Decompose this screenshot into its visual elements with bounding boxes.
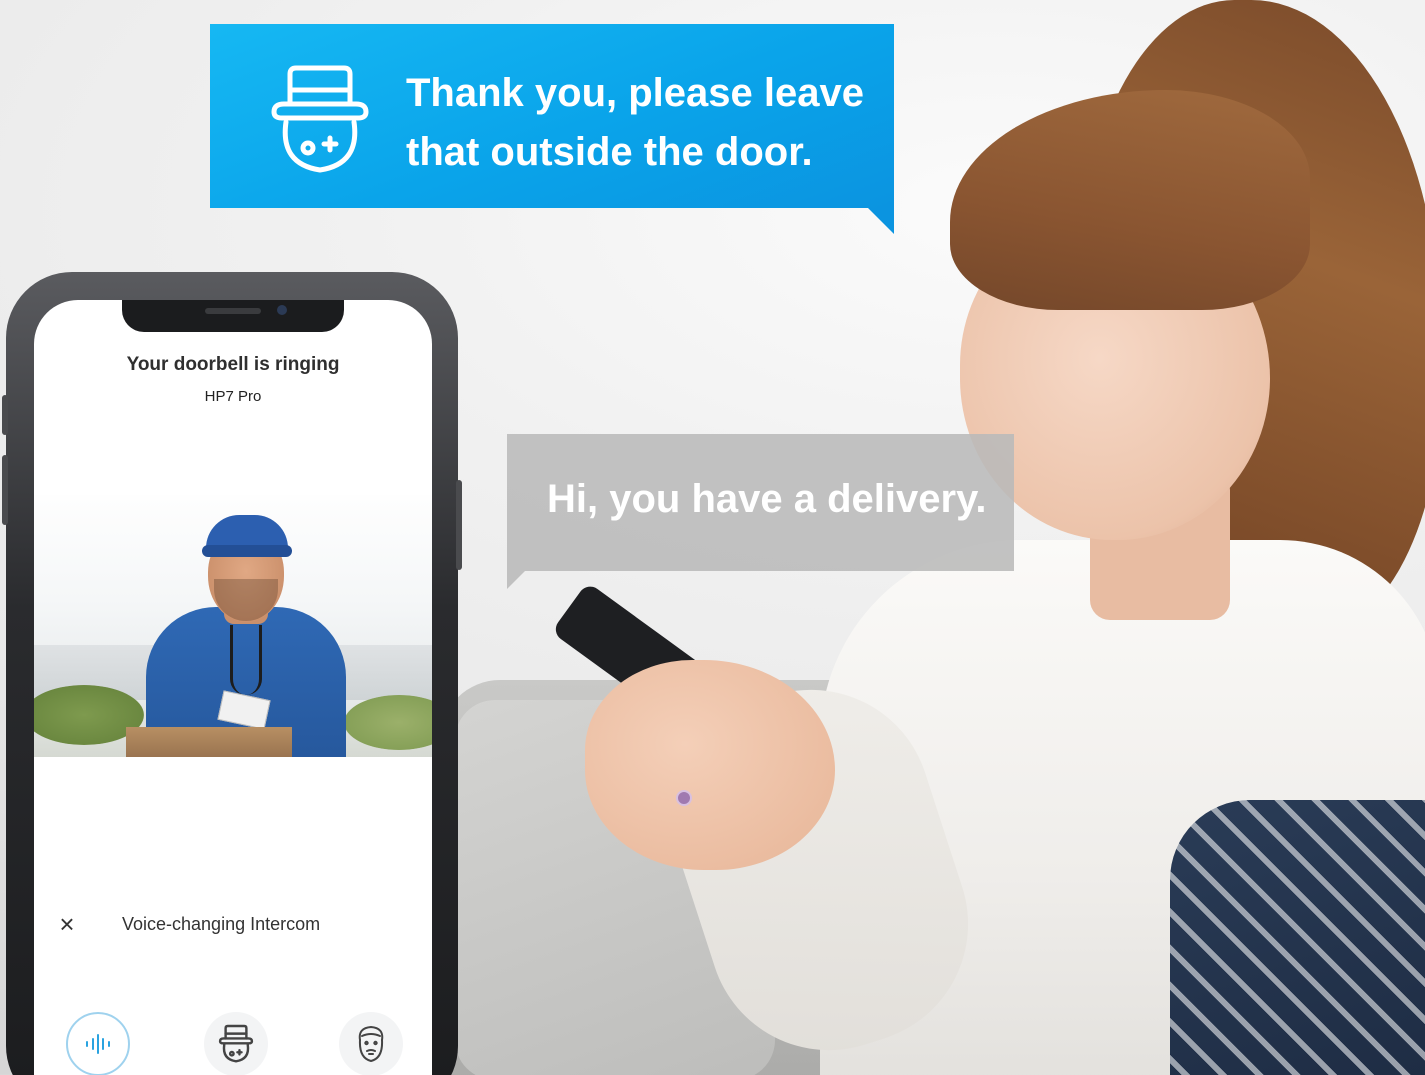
patterned-pillow xyxy=(1170,800,1425,1075)
hat-character-icon xyxy=(218,1024,254,1063)
ring xyxy=(676,790,692,806)
phone-volume-button xyxy=(2,455,8,525)
phone-side-button xyxy=(2,395,8,435)
intercom-label: Voice-changing Intercom xyxy=(122,914,321,934)
video-tree xyxy=(344,695,432,750)
courier-cap-brim xyxy=(202,545,292,557)
voice-option-bearded-man[interactable] xyxy=(339,1012,403,1075)
phone-notch xyxy=(122,300,344,332)
voice-option-hat-character[interactable] xyxy=(204,1012,268,1075)
voice-options xyxy=(34,1008,432,1075)
phone-power-button xyxy=(456,480,462,570)
visitor-text: Hi, you have a delivery. xyxy=(547,477,987,521)
device-name: HP7 Pro xyxy=(204,388,262,405)
bearded-man-icon xyxy=(358,1026,384,1062)
delivery-package xyxy=(126,727,292,757)
courier-lanyard xyxy=(230,625,262,695)
phone-speaker xyxy=(205,308,261,314)
voice-option-original[interactable] xyxy=(66,1012,130,1075)
hat-character-icon xyxy=(271,65,369,173)
sound-wave-icon xyxy=(86,1034,110,1054)
visitor-speech-bubble: Hi, you have a delivery. xyxy=(507,434,1014,589)
call-title: Your doorbell is ringing xyxy=(126,354,340,375)
doorbell-video-feed[interactable] xyxy=(34,495,432,757)
close-icon[interactable]: × xyxy=(56,910,78,938)
phone-screen: Your doorbell is ringing HP7 Pro × Voice… xyxy=(34,300,432,1075)
reply-speech-bubble: Thank you, please leave that outside the… xyxy=(210,24,894,234)
intercom-header: × Voice-changing Intercom xyxy=(34,910,432,940)
reply-text: Thank you, please leave that outside the… xyxy=(406,71,864,174)
front-camera xyxy=(277,305,287,315)
